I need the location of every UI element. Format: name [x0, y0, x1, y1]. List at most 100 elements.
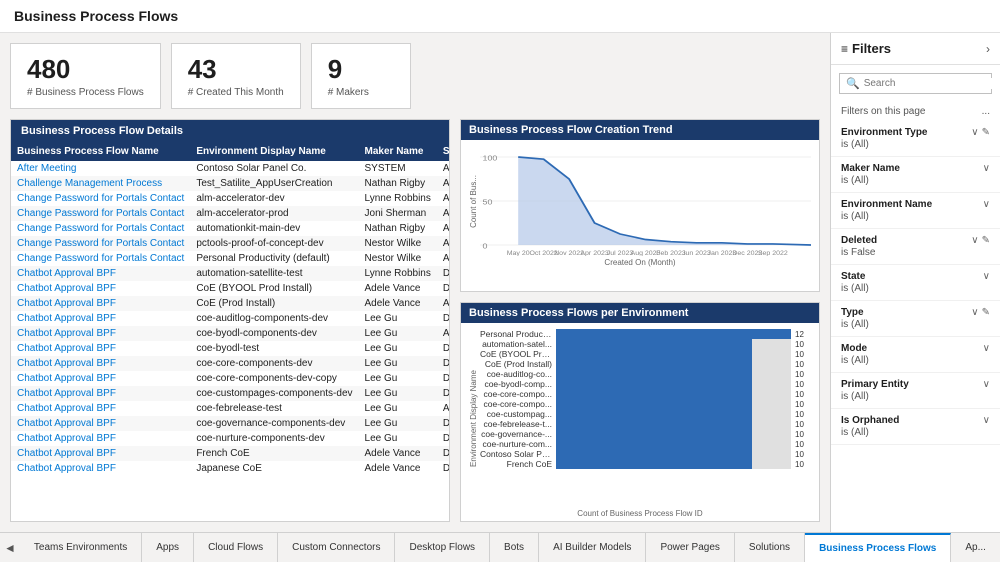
tab-ap...[interactable]: Ap... [951, 533, 1000, 562]
filter-edit-icon[interactable]: ✎ [982, 235, 990, 246]
table-row[interactable]: Chatbot Approval BPF coe-governance-comp… [11, 416, 449, 431]
table-row[interactable]: After Meeting Contoso Solar Panel Co. SY… [11, 161, 449, 176]
bar-label: coe-custompag... [480, 409, 552, 419]
filter-item-name: Primary Entity [841, 379, 909, 390]
filter-item-0[interactable]: Environment Type ∨ ✎ is (All) [831, 121, 1000, 157]
filter-chevron-icon[interactable]: ∨ [983, 271, 990, 282]
filter-item-7[interactable]: Primary Entity ∨ is (All) [831, 373, 1000, 409]
bar-value: 10 [795, 460, 811, 469]
tab-power-pages[interactable]: Power Pages [646, 533, 734, 562]
data-table: Business Process Flow NameEnvironment Di… [11, 142, 449, 476]
cell-maker: Lee Gu [359, 356, 437, 371]
filter-close-icon[interactable]: › [986, 42, 990, 56]
cell-maker: Adele Vance [359, 281, 437, 296]
filter-chevron-icon[interactable]: ∨ [983, 379, 990, 390]
filter-chevron-icon[interactable]: ∨ [971, 307, 978, 318]
tab-teams-environments[interactable]: Teams Environments [20, 533, 142, 562]
table-row[interactable]: Change Password for Portals Contact alm-… [11, 206, 449, 221]
filter-item-8[interactable]: Is Orphaned ∨ is (All) [831, 409, 1000, 445]
filter-item-value: is (All) [841, 139, 990, 150]
cell-env: coe-nurture-components-dev [190, 431, 358, 446]
filter-item-controls[interactable]: ∨ [983, 199, 990, 210]
cell-maker: Lee Gu [359, 416, 437, 431]
cell-name: Chatbot Approval BPF [11, 446, 190, 461]
filter-chevron-icon[interactable]: ∨ [983, 415, 990, 426]
filter-item-header: Is Orphaned ∨ [841, 415, 990, 426]
tab-nav-left[interactable]: ◄ [0, 533, 20, 562]
cell-state: Activated [437, 236, 449, 251]
filter-item-6[interactable]: Mode ∨ is (All) [831, 337, 1000, 373]
table-row[interactable]: Chatbot Approval BPF coe-custompages-com… [11, 386, 449, 401]
filter-item-controls[interactable]: ∨ ✎ [971, 127, 990, 138]
cell-maker: Lee Gu [359, 386, 437, 401]
cell-maker: Joni Sherman [359, 206, 437, 221]
cell-env: coe-core-components-dev-copy [190, 371, 358, 386]
filter-search-input[interactable] [864, 78, 996, 89]
table-row[interactable]: Challenge Management Process Test_Satili… [11, 176, 449, 191]
table-column-header: Business Process Flow Name [11, 142, 190, 161]
table-row[interactable]: Chatbot Approval BPF coe-byodl-component… [11, 326, 449, 341]
tab-cloud-flows[interactable]: Cloud Flows [194, 533, 278, 562]
filter-item-controls[interactable]: ∨ [983, 415, 990, 426]
filter-item-2[interactable]: Environment Name ∨ is (All) [831, 193, 1000, 229]
filter-chevron-icon[interactable]: ∨ [983, 343, 990, 354]
filter-chevron-icon[interactable]: ∨ [983, 199, 990, 210]
table-row[interactable]: Change Password for Portals Contact alm-… [11, 191, 449, 206]
table-row[interactable]: Chatbot Approval BPF CoE (Prod Install) … [11, 296, 449, 311]
table-row[interactable]: Chatbot Approval BPF coe-core-components… [11, 371, 449, 386]
filter-item-controls[interactable]: ∨ [983, 163, 990, 174]
cell-name: Chatbot Approval BPF [11, 431, 190, 446]
table-column-header: Maker Name [359, 142, 437, 161]
table-row[interactable]: Chatbot Approval BPF French CoE Adele Va… [11, 446, 449, 461]
cell-state: Draft [437, 311, 449, 326]
cell-env: coe-core-components-dev [190, 356, 358, 371]
filter-item-3[interactable]: Deleted ∨ ✎ is False [831, 229, 1000, 265]
table-row[interactable]: Chatbot Approval BPF coe-byodl-test Lee … [11, 341, 449, 356]
bar-chart-box: Business Process Flows per Environment E… [460, 302, 820, 522]
svg-text:Sep 2022: Sep 2022 [758, 250, 788, 256]
tab-ai-builder-models[interactable]: AI Builder Models [539, 533, 646, 562]
filter-chevron-icon[interactable]: ∨ [971, 127, 978, 138]
filter-item-4[interactable]: State ∨ is (All) [831, 265, 1000, 301]
filter-item-header: Mode ∨ [841, 343, 990, 354]
trend-x-label: Created On (Month) [469, 258, 811, 267]
cell-maker: Lee Gu [359, 341, 437, 356]
table-row[interactable]: Change Password for Portals Contact pcto… [11, 236, 449, 251]
bar-label: coe-byodl-comp... [480, 379, 552, 389]
filter-item-controls[interactable]: ∨ ✎ [971, 235, 990, 246]
filter-chevron-icon[interactable]: ∨ [983, 163, 990, 174]
filter-search-box[interactable]: 🔍 [839, 73, 992, 94]
cell-maker: Adele Vance [359, 461, 437, 476]
tab-business-process-flows[interactable]: Business Process Flows [805, 533, 951, 562]
filter-edit-icon[interactable]: ✎ [982, 127, 990, 138]
filter-item-1[interactable]: Maker Name ∨ is (All) [831, 157, 1000, 193]
filter-edit-icon[interactable]: ✎ [982, 307, 990, 318]
table-row[interactable]: Chatbot Approval BPF automation-satellit… [11, 266, 449, 281]
cell-maker: Nathan Rigby [359, 221, 437, 236]
table-row[interactable]: Change Password for Portals Contact auto… [11, 221, 449, 236]
tab-apps[interactable]: Apps [142, 533, 194, 562]
table-row[interactable]: Chatbot Approval BPF coe-febrelease-test… [11, 401, 449, 416]
filter-chevron-icon[interactable]: ∨ [971, 235, 978, 246]
table-row[interactable]: Chatbot Approval BPF coe-nurture-compone… [11, 431, 449, 446]
cell-maker: Lee Gu [359, 371, 437, 386]
table-row[interactable]: Chatbot Approval BPF coe-core-components… [11, 356, 449, 371]
cell-state: Draft [437, 446, 449, 461]
table-row[interactable]: Change Password for Portals Contact Pers… [11, 251, 449, 266]
filter-item-controls[interactable]: ∨ ✎ [971, 307, 990, 318]
filter-item-controls[interactable]: ∨ [983, 271, 990, 282]
bar-track [556, 399, 791, 409]
tab-solutions[interactable]: Solutions [735, 533, 805, 562]
filter-item-controls[interactable]: ∨ [983, 379, 990, 390]
table-row[interactable]: Chatbot Approval BPF Japanese CoE Adele … [11, 461, 449, 476]
filter-item-controls[interactable]: ∨ [983, 343, 990, 354]
filter-on-page: Filters on this page ... [831, 102, 1000, 121]
tab-desktop-flows[interactable]: Desktop Flows [395, 533, 490, 562]
tab-bots[interactable]: Bots [490, 533, 539, 562]
cell-env: Test_Satilite_AppUserCreation [190, 176, 358, 191]
table-row[interactable]: Chatbot Approval BPF coe-auditlog-compon… [11, 311, 449, 326]
table-row[interactable]: Chatbot Approval BPF CoE (BYOOL Prod Ins… [11, 281, 449, 296]
tab-custom-connectors[interactable]: Custom Connectors [278, 533, 395, 562]
cell-maker: Lee Gu [359, 326, 437, 341]
filter-item-5[interactable]: Type ∨ ✎ is (All) [831, 301, 1000, 337]
